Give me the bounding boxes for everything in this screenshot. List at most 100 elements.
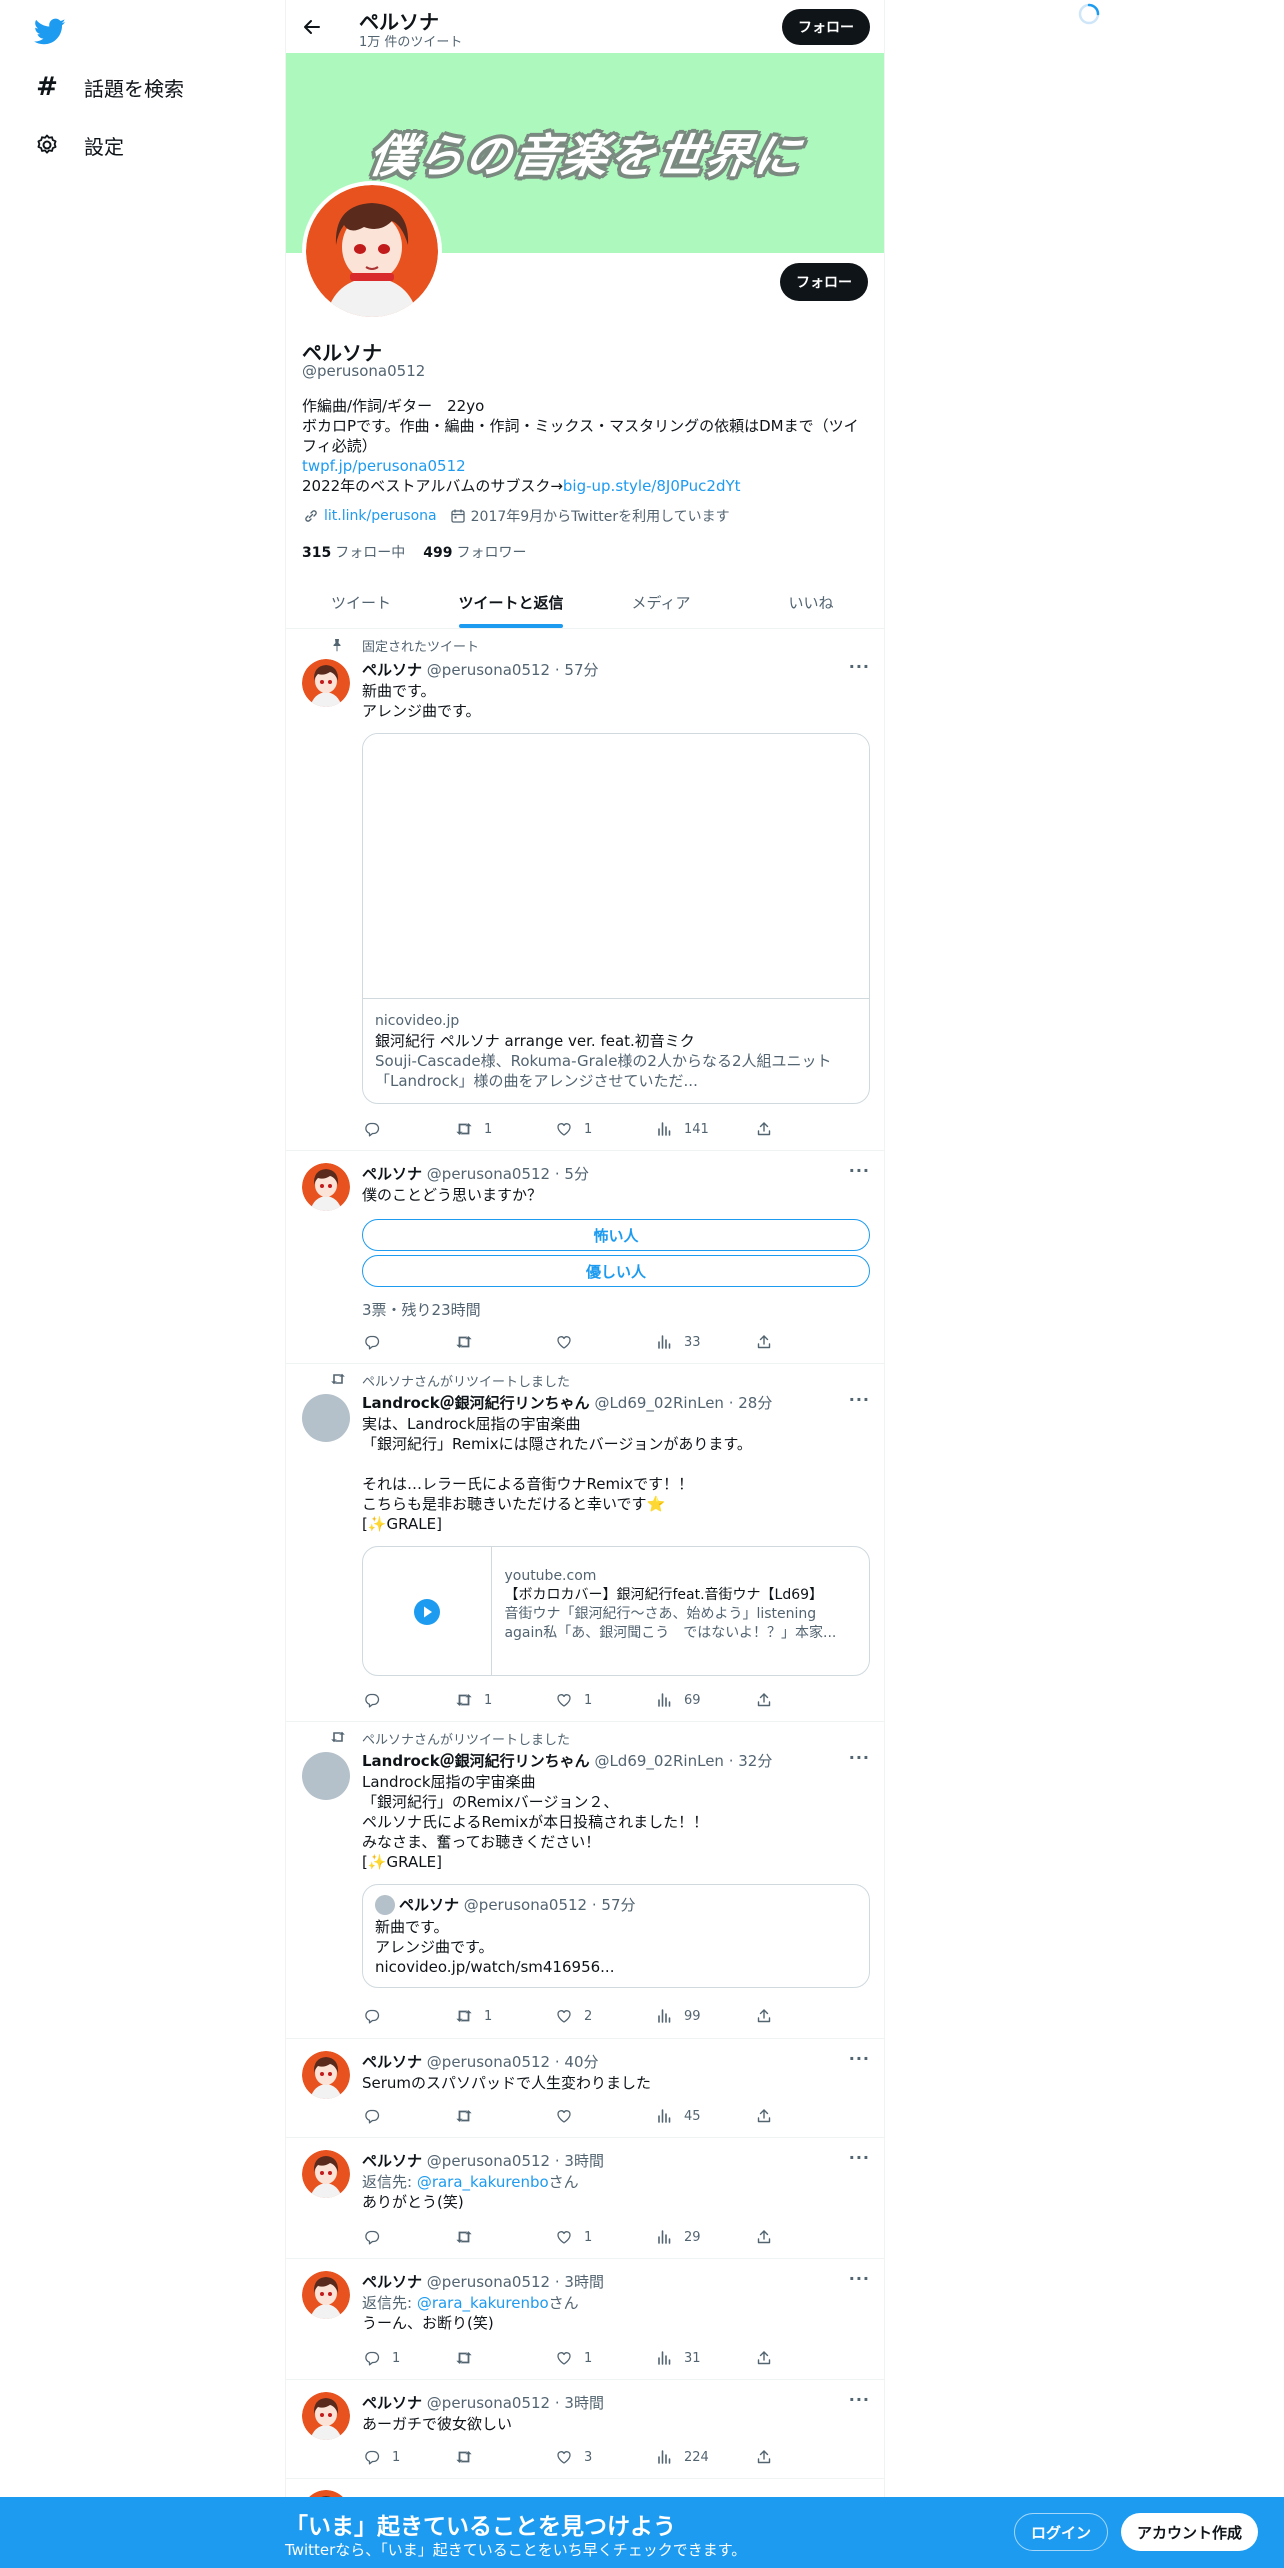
profile-website-link[interactable]: lit.link/perusona: [324, 508, 437, 524]
tweet-avatar[interactable]: [302, 1394, 350, 1442]
views-action[interactable]: 33: [654, 1332, 701, 1352]
tweet-time[interactable]: · 32分: [729, 1752, 773, 1770]
reply-action[interactable]: 1: [362, 2348, 400, 2368]
share-action[interactable]: [754, 2348, 784, 2368]
more-options-icon[interactable]: ···: [849, 1748, 870, 1767]
reply-to-link[interactable]: @rara_kakurenbo: [417, 2294, 549, 2312]
retweet-action[interactable]: [454, 1332, 484, 1352]
tweet-time[interactable]: · 3時間: [555, 2273, 604, 2291]
tweet-avatar[interactable]: [302, 2271, 350, 2319]
reply-action[interactable]: [362, 2227, 392, 2247]
retweet-action[interactable]: [454, 2348, 484, 2368]
profile-avatar[interactable]: [302, 181, 442, 321]
back-arrow-icon[interactable]: [294, 9, 330, 45]
tweet-avatar[interactable]: [302, 1163, 350, 1211]
tweet-avatar[interactable]: [302, 1752, 350, 1800]
retweet-context[interactable]: ペルソナさんがリツイートしました: [362, 1371, 570, 1390]
twitter-logo-icon[interactable]: [30, 12, 70, 52]
like-action[interactable]: [554, 2106, 584, 2126]
tab-tweets-and-replies[interactable]: ツイートと返信: [436, 576, 586, 628]
tweet-avatar[interactable]: [302, 2051, 350, 2099]
tweet-item[interactable]: 固定されたツイート ペルソナ @perusona0512 · 57分 ··· 新…: [286, 629, 884, 1151]
reply-action[interactable]: 1: [362, 2447, 400, 2467]
tweet-author-handle[interactable]: @perusona0512: [427, 1165, 550, 1183]
tweet-item[interactable]: ペルソナ @perusona0512 · 40分 ··· Serumのスパソパッ…: [286, 2039, 884, 2138]
share-action[interactable]: [754, 2227, 784, 2247]
following-link[interactable]: 315 フォロー中: [302, 542, 405, 562]
tweet-author-name[interactable]: ペルソナ: [362, 661, 422, 679]
like-action[interactable]: 2: [554, 2006, 592, 2026]
header-follow-button[interactable]: フォロー: [782, 9, 870, 45]
like-action[interactable]: 3: [554, 2447, 592, 2467]
share-action[interactable]: [754, 1690, 784, 1710]
tweet-author-name[interactable]: ペルソナ: [362, 2152, 422, 2170]
views-action[interactable]: 45: [654, 2106, 701, 2126]
tweet-author-handle[interactable]: @perusona0512: [427, 2053, 550, 2071]
sidebar-item-explore[interactable]: # 話題を検索: [30, 62, 184, 112]
tweet-author-handle[interactable]: @perusona0512: [427, 2152, 550, 2170]
retweet-action[interactable]: 1: [454, 2006, 492, 2026]
share-action[interactable]: [754, 1332, 784, 1352]
tweet-author-name[interactable]: ペルソナ: [362, 1165, 422, 1183]
tweet-author-name[interactable]: Landrock＠銀河紀行リンちゃん: [362, 1752, 590, 1770]
tweet-time[interactable]: · 28分: [729, 1394, 773, 1412]
tweet-avatar[interactable]: [302, 2150, 350, 2198]
more-options-icon[interactable]: ···: [849, 1161, 870, 1180]
like-action[interactable]: 1: [554, 2227, 592, 2247]
link-card[interactable]: nicovideo.jp 銀河紀行 ペルソナ arrange ver. feat…: [362, 733, 870, 1104]
tweet-author-handle[interactable]: @perusona0512: [427, 661, 550, 679]
profile-follow-button[interactable]: フォロー: [780, 263, 868, 301]
bio-link-twpf[interactable]: twpf.jp/perusona0512: [302, 456, 870, 476]
tweet-author-name[interactable]: ペルソナ: [362, 2394, 422, 2412]
tab-likes[interactable]: いいね: [736, 576, 884, 628]
tab-media[interactable]: メディア: [586, 576, 736, 628]
tweet-author-name[interactable]: ペルソナ: [362, 2053, 422, 2071]
signup-button[interactable]: アカウント作成: [1121, 2513, 1259, 2551]
reply-action[interactable]: [362, 1332, 392, 1352]
tweet-item[interactable]: ペルソナ @perusona0512 · 5分 ··· 僕のことどう思いますか？…: [286, 1151, 884, 1364]
more-options-icon[interactable]: ···: [849, 2148, 870, 2167]
views-action[interactable]: 69: [654, 1690, 701, 1710]
share-action[interactable]: [754, 2447, 784, 2467]
views-action[interactable]: 31: [654, 2348, 701, 2368]
more-options-icon[interactable]: ···: [849, 657, 870, 676]
tweet-author-handle[interactable]: @perusona0512: [427, 2394, 550, 2412]
sidebar-item-settings[interactable]: 設定: [30, 120, 124, 170]
like-action[interactable]: 1: [554, 1119, 592, 1139]
views-action[interactable]: 29: [654, 2227, 701, 2247]
tweet-author-handle[interactable]: @perusona0512: [427, 2273, 550, 2291]
retweet-action[interactable]: 1: [454, 1690, 492, 1710]
share-action[interactable]: [754, 1119, 784, 1139]
tweet-author-name[interactable]: ペルソナ: [362, 2273, 422, 2291]
tweet-time[interactable]: · 40分: [555, 2053, 599, 2071]
reply-action[interactable]: [362, 2006, 392, 2026]
views-action[interactable]: 141: [654, 1119, 709, 1139]
reply-action[interactable]: [362, 2106, 392, 2126]
views-action[interactable]: 224: [654, 2447, 709, 2467]
like-action[interactable]: 1: [554, 1690, 592, 1710]
tweet-author-handle[interactable]: @Ld69_02RinLen: [594, 1394, 723, 1412]
retweet-action[interactable]: [454, 2106, 484, 2126]
tweet-item[interactable]: ペルソナさんがリツイートしました Landrock＠銀河紀行リンちゃん @Ld6…: [286, 1364, 884, 1722]
tweet-author-name[interactable]: Landrock＠銀河紀行リンちゃん: [362, 1394, 590, 1412]
tweet-item[interactable]: ペルソナさんがリツイートしました Landrock＠銀河紀行リンちゃん @Ld6…: [286, 1722, 884, 2039]
tweet-time[interactable]: · 57分: [555, 661, 599, 679]
youtube-link-card[interactable]: youtube.com 【ボカロカバー】銀河紀行feat.音街ウナ【Ld69】 …: [362, 1546, 870, 1676]
retweet-action[interactable]: [454, 2447, 484, 2467]
tweet-item[interactable]: ペルソナ @perusona0512 · 3時間 ··· あーガチで彼女欲しい …: [286, 2380, 884, 2479]
tweet-avatar[interactable]: [302, 2392, 350, 2440]
tweet-avatar[interactable]: [302, 659, 350, 707]
tweet-item[interactable]: ペルソナ @perusona0512 · 3時間 ··· 返信先: @rara_…: [286, 2138, 884, 2259]
reply-action[interactable]: [362, 1119, 392, 1139]
retweet-action[interactable]: 1: [454, 1119, 492, 1139]
tweet-author-handle[interactable]: @Ld69_02RinLen: [594, 1752, 723, 1770]
more-options-icon[interactable]: ···: [849, 2049, 870, 2068]
followers-link[interactable]: 499 フォロワー: [423, 542, 526, 562]
retweet-action[interactable]: [454, 2227, 484, 2247]
more-options-icon[interactable]: ···: [849, 2390, 870, 2409]
reply-to-link[interactable]: @rara_kakurenbo: [417, 2173, 549, 2191]
poll-option-2[interactable]: 優しい人: [362, 1255, 870, 1287]
like-action[interactable]: 1: [554, 2348, 592, 2368]
views-action[interactable]: 99: [654, 2006, 701, 2026]
tweet-time[interactable]: · 5分: [555, 1165, 589, 1183]
